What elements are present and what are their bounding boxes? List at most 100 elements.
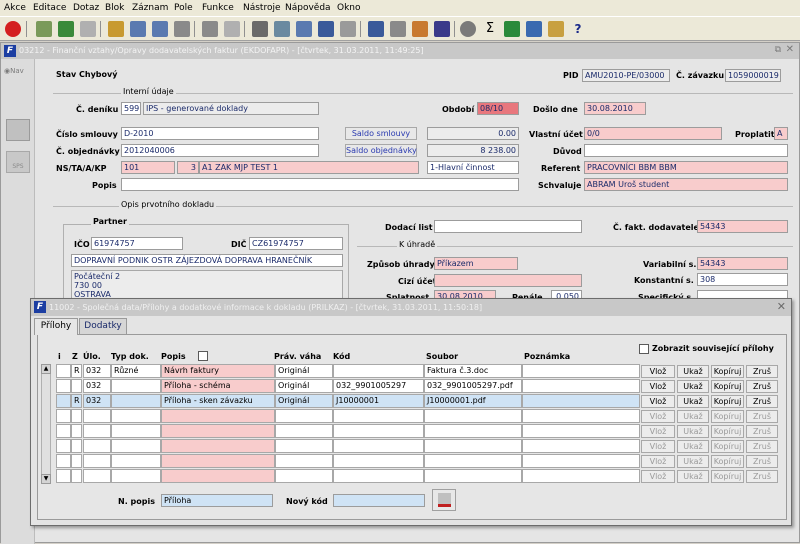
- cell-prav[interactable]: [275, 469, 333, 483]
- cell-popis[interactable]: [161, 469, 275, 483]
- cell-typ[interactable]: [111, 409, 161, 423]
- popis-filter-checkbox[interactable]: [198, 351, 208, 361]
- cell-ulo[interactable]: 032: [83, 394, 111, 408]
- show-related-checkbox[interactable]: [639, 344, 649, 354]
- cell-ulo[interactable]: [83, 409, 111, 423]
- query-icon[interactable]: [108, 21, 124, 37]
- insert-record-icon[interactable]: [36, 21, 52, 37]
- list-icon[interactable]: [318, 21, 334, 37]
- paste-icon[interactable]: [296, 21, 312, 37]
- cell-popis[interactable]: [161, 454, 275, 468]
- cell-z[interactable]: R: [71, 364, 82, 378]
- scrollbar[interactable]: [41, 364, 51, 484]
- insert-button[interactable]: Vlož: [641, 440, 675, 453]
- row-indicator-cell[interactable]: [56, 454, 71, 468]
- cell-soubor[interactable]: [424, 454, 522, 468]
- cell-poznamka[interactable]: [522, 379, 640, 393]
- delete-button[interactable]: Zruš: [746, 395, 778, 408]
- cell-typ[interactable]: [111, 424, 161, 438]
- cell-ulo[interactable]: [83, 469, 111, 483]
- saldo-objednavky-button[interactable]: Saldo objednávky: [345, 144, 417, 157]
- a-field[interactable]: A1 ZAK MJP TEST 1: [199, 161, 419, 174]
- menu-dotaz[interactable]: Dotaz: [73, 3, 99, 13]
- menu-nastroje[interactable]: Nástroje: [243, 3, 281, 13]
- cell-kod[interactable]: 032_9901005297: [333, 379, 424, 393]
- excel-icon[interactable]: [504, 21, 520, 37]
- import-file-button[interactable]: [432, 489, 456, 511]
- delete-button[interactable]: Zruš: [746, 425, 778, 438]
- cell-kod[interactable]: [333, 409, 424, 423]
- cell-soubor[interactable]: [424, 439, 522, 453]
- insert-button[interactable]: Vlož: [641, 380, 675, 393]
- insert-button[interactable]: Vlož: [641, 410, 675, 423]
- menu-funkce[interactable]: Funkce: [202, 3, 234, 13]
- smlouva-field[interactable]: D-2010: [121, 127, 319, 140]
- menu-blok[interactable]: Blok: [105, 3, 124, 13]
- columns-icon[interactable]: [340, 21, 356, 37]
- menu-zaznam[interactable]: Záznam: [132, 3, 168, 13]
- insert-button[interactable]: Vlož: [641, 425, 675, 438]
- show-button[interactable]: Ukaž: [677, 365, 709, 378]
- cell-soubor[interactable]: [424, 469, 522, 483]
- copy-icon[interactable]: [274, 21, 290, 37]
- popis-field[interactable]: [121, 178, 519, 191]
- ns-field[interactable]: 101: [121, 161, 175, 174]
- zavazek-field[interactable]: 1059000019: [725, 69, 781, 82]
- duvod-field[interactable]: [584, 144, 788, 157]
- cell-z[interactable]: [71, 469, 82, 483]
- sum-icon[interactable]: Σ: [482, 21, 498, 37]
- insert-button[interactable]: Vlož: [641, 395, 675, 408]
- cell-soubor[interactable]: J10000001.pdf: [424, 394, 522, 408]
- delete-button[interactable]: Zruš: [746, 410, 778, 423]
- cell-popis[interactable]: [161, 424, 275, 438]
- row-indicator-cell[interactable]: [56, 379, 71, 393]
- cell-typ[interactable]: [111, 439, 161, 453]
- row-indicator-cell[interactable]: [56, 364, 71, 378]
- cell-poznamka[interactable]: [522, 409, 640, 423]
- novy-kod-field[interactable]: [333, 494, 425, 507]
- insert-button[interactable]: Vlož: [641, 455, 675, 468]
- cell-popis[interactable]: Návrh faktury: [161, 364, 275, 378]
- menu-akce[interactable]: Akce: [4, 3, 26, 13]
- attachment-icon[interactable]: [390, 21, 406, 37]
- delete-button[interactable]: Zruš: [746, 455, 778, 468]
- word-icon[interactable]: [526, 21, 542, 37]
- obdobi-field[interactable]: 08/10: [477, 102, 519, 115]
- cell-z[interactable]: [71, 454, 82, 468]
- tab-dodatky[interactable]: Dodatky: [79, 318, 127, 334]
- filter-icon[interactable]: [174, 21, 190, 37]
- insert-button[interactable]: Vlož: [641, 365, 675, 378]
- show-button[interactable]: Ukaž: [677, 440, 709, 453]
- sps-nav-icon[interactable]: SPS: [6, 151, 30, 173]
- cell-prav[interactable]: Originál: [275, 379, 333, 393]
- cell-ulo[interactable]: 032: [83, 379, 111, 393]
- warning-icon[interactable]: [434, 21, 450, 37]
- copy-button[interactable]: Kopíruj: [711, 440, 744, 453]
- scroll-down-icon[interactable]: ▼: [41, 474, 51, 484]
- print-preview-icon[interactable]: [224, 21, 240, 37]
- delete-button[interactable]: Zruš: [746, 470, 778, 483]
- cell-ulo[interactable]: 032: [83, 364, 111, 378]
- sort-asc-icon[interactable]: [130, 21, 146, 37]
- about-icon[interactable]: ?: [570, 21, 586, 37]
- cell-popis[interactable]: Příloha - sken závazku: [161, 394, 275, 408]
- menu-editace[interactable]: Editace: [33, 3, 66, 13]
- cell-prav[interactable]: [275, 454, 333, 468]
- row-indicator-cell[interactable]: [56, 424, 71, 438]
- cell-prav[interactable]: [275, 439, 333, 453]
- copy-button[interactable]: Kopíruj: [711, 470, 744, 483]
- objednavka-field[interactable]: 2012040006: [121, 144, 319, 157]
- dic-field[interactable]: CZ61974757: [249, 237, 343, 250]
- copy-button[interactable]: Kopíruj: [711, 380, 744, 393]
- row-indicator-cell[interactable]: [56, 409, 71, 423]
- cell-popis[interactable]: [161, 409, 275, 423]
- menu-pole[interactable]: Pole: [174, 3, 193, 13]
- delete-button[interactable]: Zruš: [746, 365, 778, 378]
- copy-button[interactable]: Kopíruj: [711, 395, 744, 408]
- cell-soubor[interactable]: [424, 409, 522, 423]
- cell-typ[interactable]: Různé: [111, 364, 161, 378]
- pid-field[interactable]: AMU2010-PE/03000: [582, 69, 670, 82]
- referent-field[interactable]: PRACOVNÍCI BBM BBM: [584, 161, 788, 174]
- cell-typ[interactable]: [111, 454, 161, 468]
- cell-z[interactable]: [71, 379, 82, 393]
